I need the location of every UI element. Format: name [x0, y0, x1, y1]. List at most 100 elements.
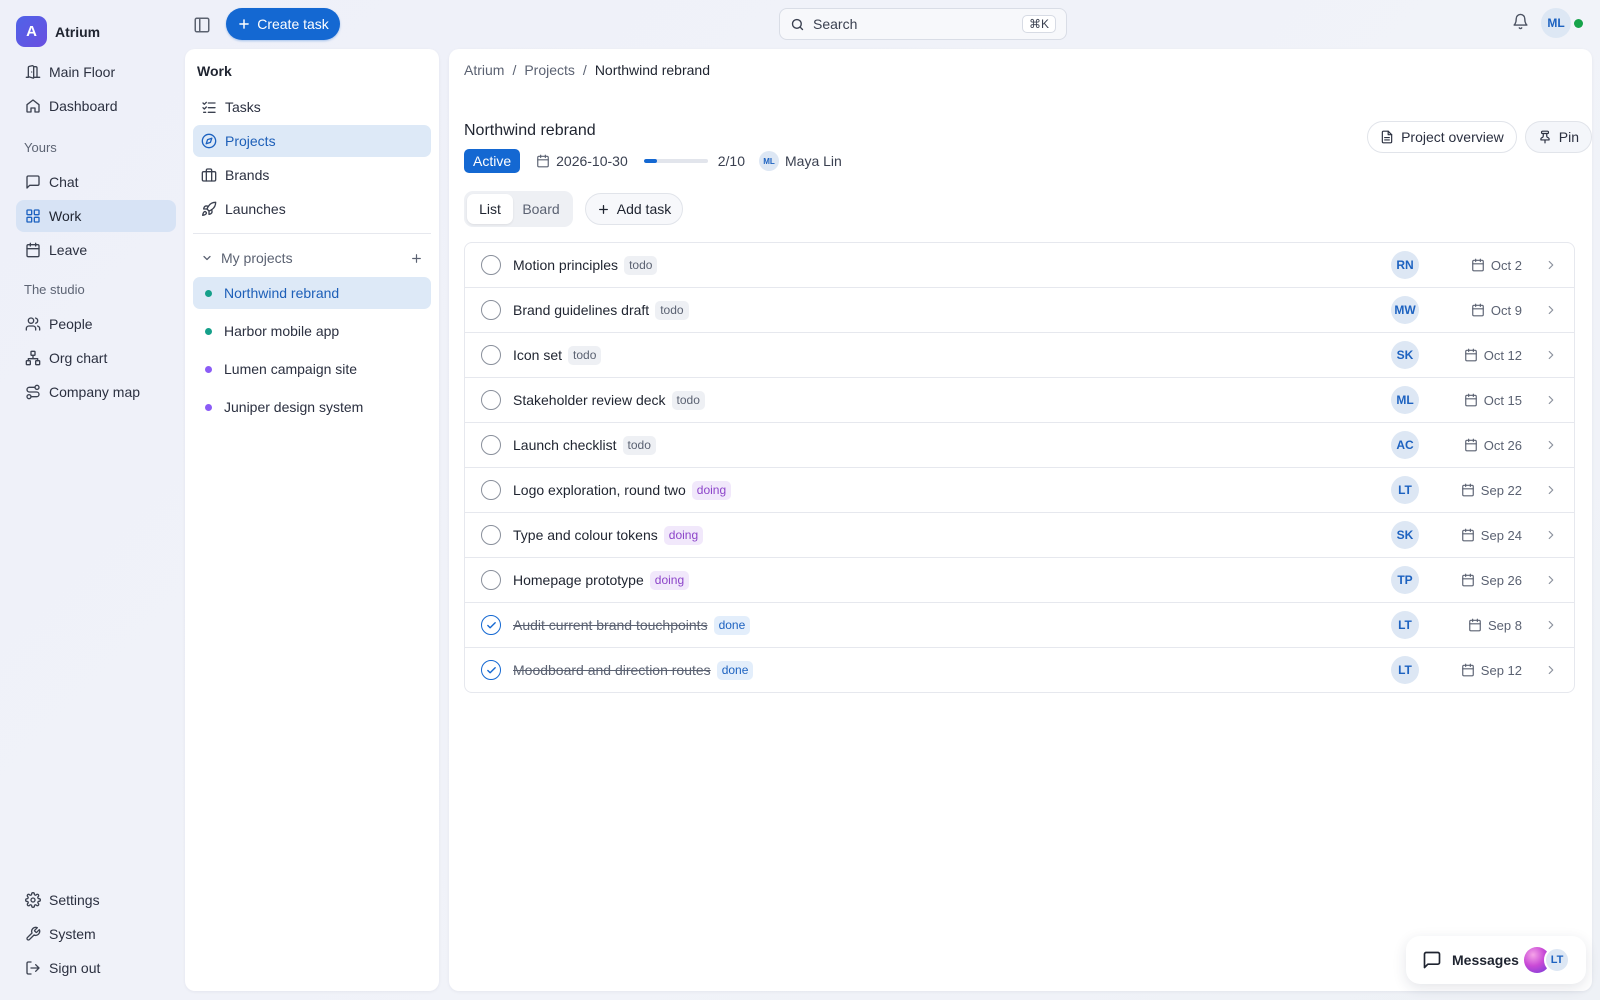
- task-title[interactable]: Brand guidelines draft todo: [513, 300, 689, 320]
- nav-item-settings[interactable]: Settings: [16, 884, 176, 916]
- chevron-right-icon[interactable]: [1544, 303, 1558, 317]
- assignee-avatar[interactable]: LT: [1391, 611, 1419, 639]
- task-title[interactable]: Homepage prototype doing: [513, 570, 690, 590]
- chevron-right-icon[interactable]: [1544, 483, 1558, 497]
- task-checkbox[interactable]: [481, 255, 501, 275]
- panel-item-projects[interactable]: Projects: [193, 125, 431, 157]
- task-due-date[interactable]: Sep 12: [1461, 663, 1522, 678]
- sidebar-toggle-icon[interactable]: [191, 14, 213, 36]
- task-due-date[interactable]: Sep 24: [1461, 528, 1522, 543]
- task-title[interactable]: Moodboard and direction routes done: [513, 660, 754, 680]
- panel-item-brands[interactable]: Brands: [193, 159, 431, 191]
- assignee-avatar[interactable]: TP: [1391, 566, 1419, 594]
- assignee-avatar[interactable]: MW: [1391, 296, 1419, 324]
- assignee-avatar[interactable]: SK: [1391, 521, 1419, 549]
- chevron-right-icon[interactable]: [1544, 258, 1558, 272]
- task-due-date[interactable]: Sep 8: [1468, 618, 1522, 633]
- task-title[interactable]: Audit current brand touchpoints done: [513, 615, 751, 635]
- task-title[interactable]: Stakeholder review deck todo: [513, 390, 705, 410]
- tab-board[interactable]: Board: [513, 194, 569, 224]
- due-date[interactable]: 2026-10-30: [536, 153, 628, 169]
- assignee-avatar[interactable]: LT: [1391, 476, 1419, 504]
- project-item-juniper-design-system[interactable]: Juniper design system: [193, 391, 431, 423]
- task-checkbox[interactable]: [481, 390, 501, 410]
- add-project-icon[interactable]: [410, 252, 423, 265]
- nav-item-main-floor[interactable]: Main Floor: [16, 56, 176, 88]
- chevron-right-icon[interactable]: [1544, 663, 1558, 677]
- task-title[interactable]: Type and colour tokens doing: [513, 525, 704, 545]
- tab-list[interactable]: List: [467, 194, 513, 224]
- task-row[interactable]: Stakeholder review deck todo ML Oct 15: [465, 378, 1574, 423]
- chevron-right-icon[interactable]: [1544, 618, 1558, 632]
- breadcrumb-atrium[interactable]: Atrium: [464, 62, 504, 78]
- task-checkbox[interactable]: [481, 300, 501, 320]
- nav-item-people[interactable]: People: [16, 308, 176, 340]
- task-due-date[interactable]: Oct 2: [1471, 258, 1522, 273]
- chevron-right-icon[interactable]: [1544, 348, 1558, 362]
- task-title[interactable]: Motion principles todo: [513, 255, 658, 275]
- nav-item-leave[interactable]: Leave: [16, 234, 176, 266]
- assignee-avatar[interactable]: LT: [1391, 656, 1419, 684]
- task-due-date[interactable]: Oct 15: [1464, 393, 1522, 408]
- task-title[interactable]: Logo exploration, round two doing: [513, 480, 732, 500]
- brand[interactable]: A Atrium: [16, 16, 100, 47]
- panel-item-tasks[interactable]: Tasks: [193, 91, 431, 123]
- pin-button[interactable]: Pin: [1524, 121, 1592, 153]
- task-row[interactable]: Audit current brand touchpoints done LT Sep…: [465, 603, 1574, 648]
- progress-fill: [643, 159, 657, 163]
- task-row[interactable]: Brand guidelines draft todo MW Oct 9: [465, 288, 1574, 333]
- assignee-avatar[interactable]: ML: [1391, 386, 1419, 414]
- panel-item-launches[interactable]: Launches: [193, 193, 431, 225]
- task-due-date[interactable]: Oct 26: [1464, 438, 1522, 453]
- nav-item-sign-out[interactable]: Sign out: [16, 952, 176, 984]
- user-avatar[interactable]: ML: [1541, 8, 1571, 38]
- add-task-button[interactable]: Add task: [585, 193, 683, 225]
- chevron-right-icon[interactable]: [1544, 393, 1558, 407]
- nav-item-chat[interactable]: Chat: [16, 166, 176, 198]
- task-checkbox[interactable]: [481, 345, 501, 365]
- bell-icon[interactable]: [1512, 13, 1529, 30]
- task-row[interactable]: Homepage prototype doing TP Sep 26: [465, 558, 1574, 603]
- status-badge[interactable]: Active: [464, 149, 521, 173]
- task-checkbox[interactable]: [481, 570, 501, 590]
- task-row[interactable]: Type and colour tokens doing SK Sep 24: [465, 513, 1574, 558]
- task-checkbox[interactable]: [481, 525, 501, 545]
- task-checkbox[interactable]: [481, 480, 501, 500]
- assignee-avatar[interactable]: RN: [1391, 251, 1419, 279]
- task-row[interactable]: Motion principles todo RN Oct 2: [465, 243, 1574, 288]
- task-checkbox[interactable]: [481, 435, 501, 455]
- task-row[interactable]: Logo exploration, round two doing LT Sep 22: [465, 468, 1574, 513]
- task-due-date[interactable]: Oct 12: [1464, 348, 1522, 363]
- project-item-lumen-campaign-site[interactable]: Lumen campaign site: [193, 353, 431, 385]
- nav-item-work[interactable]: Work: [16, 200, 176, 232]
- breadcrumb-projects[interactable]: Projects: [524, 62, 575, 78]
- search-input[interactable]: Search ⌘K: [779, 8, 1067, 40]
- task-due-date[interactable]: Oct 9: [1471, 303, 1522, 318]
- nav-item-dashboard[interactable]: Dashboard: [16, 90, 176, 122]
- assignee-avatar[interactable]: AC: [1391, 431, 1419, 459]
- chevron-right-icon[interactable]: [1544, 528, 1558, 542]
- task-checkbox[interactable]: [481, 615, 501, 635]
- owner-name[interactable]: Maya Lin: [785, 153, 842, 169]
- task-due-date[interactable]: Sep 26: [1461, 573, 1522, 588]
- project-overview-button[interactable]: Project overview: [1367, 121, 1517, 153]
- messages-widget[interactable]: Messages LT: [1406, 936, 1586, 984]
- create-task-button[interactable]: Create task: [226, 8, 340, 40]
- task-title[interactable]: Launch checklist todo: [513, 435, 656, 455]
- my-projects-group-header[interactable]: My projects: [201, 247, 423, 269]
- chevron-right-icon[interactable]: [1544, 438, 1558, 452]
- progress-bar: [643, 159, 708, 163]
- nav-item-system[interactable]: System: [16, 918, 176, 950]
- nav-item-org-chart[interactable]: Org chart: [16, 342, 176, 374]
- task-row[interactable]: Moodboard and direction routes done LT Sep …: [465, 648, 1574, 692]
- chevron-right-icon[interactable]: [1544, 573, 1558, 587]
- project-item-harbor-mobile-app[interactable]: Harbor mobile app: [193, 315, 431, 347]
- nav-item-company-map[interactable]: Company map: [16, 376, 176, 408]
- assignee-avatar[interactable]: SK: [1391, 341, 1419, 369]
- task-row[interactable]: Icon set todo SK Oct 12: [465, 333, 1574, 378]
- task-title[interactable]: Icon set todo: [513, 345, 602, 365]
- task-due-date[interactable]: Sep 22: [1461, 483, 1522, 498]
- task-row[interactable]: Launch checklist todo AC Oct 26: [465, 423, 1574, 468]
- project-item-northwind-rebrand[interactable]: Northwind rebrand: [193, 277, 431, 309]
- task-checkbox[interactable]: [481, 660, 501, 680]
